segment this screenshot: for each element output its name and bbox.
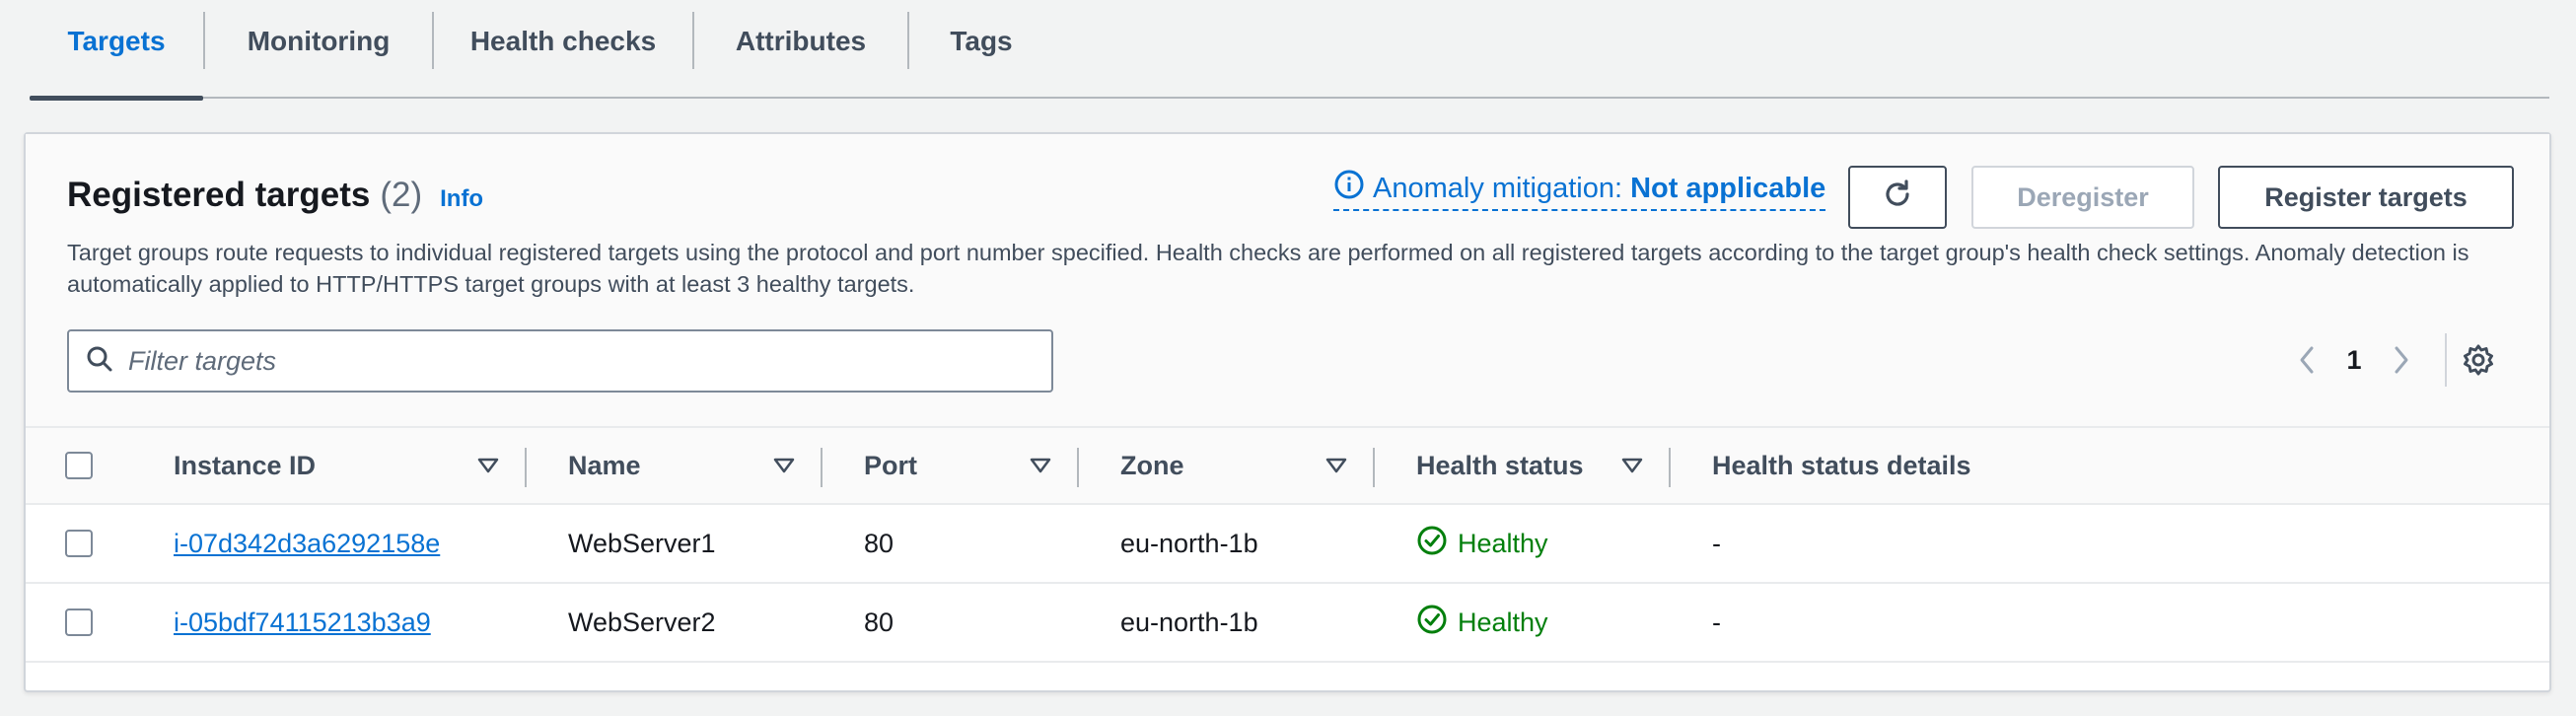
row-select-cell: [65, 584, 93, 661]
name-cell: WebServer1: [568, 528, 716, 558]
registered-targets-panel: Registered targets (2) Info Anomaly miti…: [24, 132, 2551, 692]
filter-targets-field[interactable]: [67, 329, 1053, 393]
tab-targets[interactable]: Targets: [30, 0, 203, 101]
anomaly-label: Anomaly mitigation:: [1373, 172, 1623, 204]
pagination: 1: [2279, 327, 2496, 393]
row-checkbox[interactable]: [65, 530, 93, 557]
zone-cell: eu-north-1b: [1120, 528, 1258, 558]
health-status-cell: Healthy: [1416, 584, 1548, 661]
search-icon: [85, 344, 114, 379]
gear-icon[interactable]: [2461, 342, 2496, 378]
row-select-cell: [65, 505, 93, 582]
deregister-button[interactable]: Deregister: [1971, 166, 2194, 229]
check-circle-icon: [1416, 604, 1448, 642]
health-status-label: Healthy: [1458, 607, 1548, 637]
tab-label: Tags: [950, 26, 1013, 56]
refresh-icon: [1880, 177, 1915, 219]
column-resizer[interactable]: [525, 448, 527, 487]
instance-id-link[interactable]: i-05bdf74115213b3a9: [174, 608, 431, 638]
instance-id-link[interactable]: i-07d342d3a6292158e: [174, 529, 440, 559]
zone-cell: eu-north-1b: [1120, 607, 1258, 637]
col-port[interactable]: Port: [864, 428, 917, 503]
column-resizer[interactable]: [1077, 448, 1079, 487]
column-resizer[interactable]: [1669, 448, 1671, 487]
health-status: Healthy: [1416, 604, 1548, 642]
port-cell: 80: [864, 528, 894, 558]
col-name[interactable]: Name: [568, 428, 641, 503]
pager-divider: [2445, 333, 2447, 387]
column-resizer[interactable]: [821, 448, 823, 487]
tab-health-checks[interactable]: Health checks: [434, 0, 692, 99]
row-checkbox[interactable]: [65, 609, 93, 636]
health-status: Healthy: [1416, 525, 1548, 563]
register-targets-button[interactable]: Register targets: [2218, 166, 2514, 229]
col-zone[interactable]: Zone: [1120, 428, 1184, 503]
sort-caret-icon[interactable]: [1325, 428, 1347, 503]
select-all-checkbox[interactable]: [65, 452, 93, 479]
health-details-cell: -: [1712, 528, 1721, 558]
health-status-cell: Healthy: [1416, 505, 1548, 582]
col-instance-id[interactable]: Instance ID: [174, 428, 316, 503]
table-row[interactable]: i-07d342d3a6292158e WebServer1 80 eu-nor…: [26, 505, 2549, 584]
tab-bar: Targets Monitoring Health checks Attribu…: [30, 0, 2549, 101]
port-cell: 80: [864, 607, 894, 637]
check-circle-icon: [1416, 525, 1448, 563]
panel-description: Target groups route requests to individu…: [67, 240, 2469, 297]
table-row[interactable]: i-05bdf74115213b3a9 WebServer2 80 eu-nor…: [26, 584, 2549, 663]
panel-title-text: Registered targets: [67, 176, 371, 214]
instance-id-cell: i-07d342d3a6292158e: [174, 505, 440, 582]
info-link[interactable]: Info: [440, 185, 483, 213]
tab-monitoring[interactable]: Monitoring: [205, 0, 432, 99]
instance-id-cell: i-05bdf74115213b3a9: [174, 584, 431, 661]
table-header: Instance ID Name Port Zone Health status…: [26, 426, 2549, 505]
sort-caret-icon[interactable]: [773, 428, 795, 503]
sort-caret-icon[interactable]: [477, 428, 499, 503]
col-health-status-details: Health status details: [1712, 450, 1971, 480]
chevron-left-icon[interactable]: [2279, 344, 2334, 376]
tab-label: Health checks: [469, 26, 657, 56]
select-all-cell: [65, 428, 93, 503]
col-health-status[interactable]: Health status: [1416, 428, 1584, 503]
chevron-right-icon[interactable]: [2374, 344, 2429, 376]
target-count: (2): [380, 176, 423, 214]
panel-header: Registered targets (2) Info Anomaly miti…: [26, 134, 2549, 426]
tab-label: Attributes: [735, 26, 867, 56]
column-resizer[interactable]: [1373, 448, 1375, 487]
health-status-label: Healthy: [1458, 528, 1548, 558]
tab-label: Targets: [67, 26, 166, 56]
info-circle-icon: [1333, 169, 1365, 208]
panel-title: Registered targets (2) Info: [67, 176, 483, 215]
anomaly-mitigation-link[interactable]: Anomaly mitigation: Not applicable: [1333, 168, 1826, 211]
sort-caret-icon[interactable]: [1030, 428, 1051, 503]
tab-attributes[interactable]: Attributes: [694, 0, 907, 99]
current-page[interactable]: 1: [2334, 345, 2374, 376]
filter-targets-input[interactable]: [128, 345, 1051, 377]
name-cell: WebServer2: [568, 607, 716, 637]
anomaly-value: Not applicable: [1630, 172, 1826, 204]
tab-label: Monitoring: [247, 26, 391, 56]
sort-caret-icon[interactable]: [1621, 428, 1643, 503]
health-details-cell: -: [1712, 607, 1721, 637]
tab-tags[interactable]: Tags: [909, 0, 1053, 99]
refresh-button[interactable]: [1848, 166, 1947, 229]
